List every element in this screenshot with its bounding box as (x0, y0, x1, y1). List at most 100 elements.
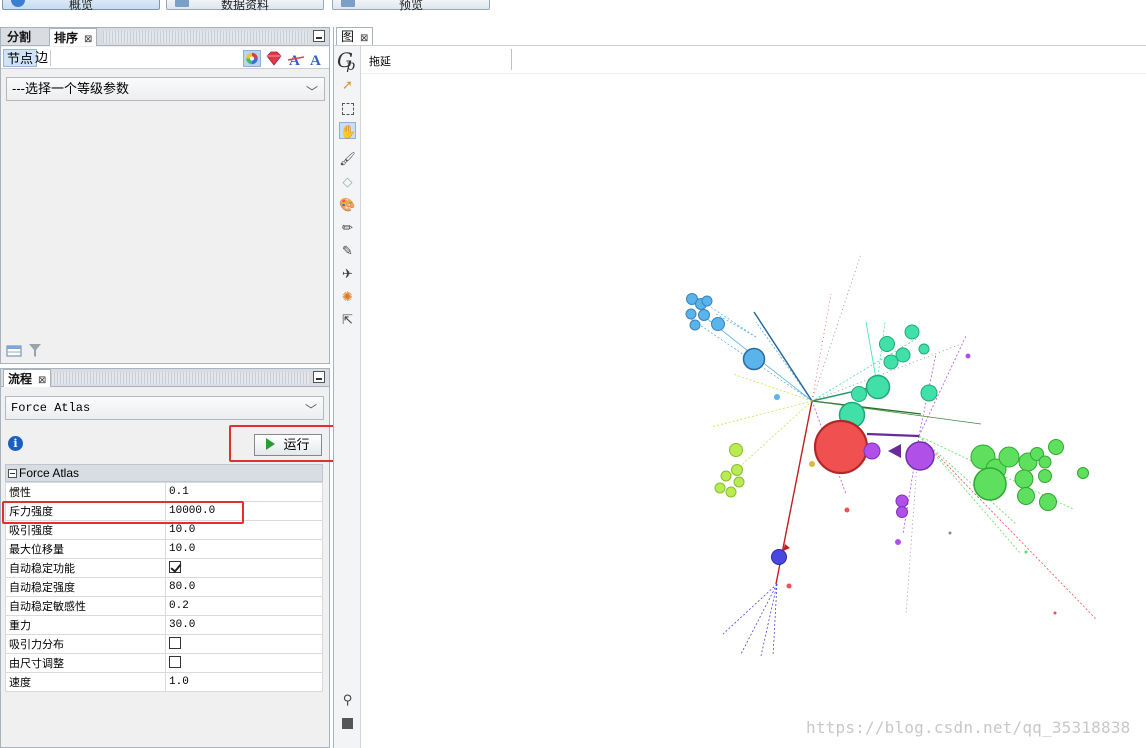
property-value[interactable]: 0.1 (165, 482, 323, 502)
graph-node[interactable] (895, 539, 901, 545)
stop-icon[interactable] (339, 714, 356, 731)
pencil-icon[interactable]: ✏ (339, 219, 356, 236)
pointer-icon[interactable]: ➚ (339, 76, 356, 93)
property-row: 惯性 0.1 (5, 482, 323, 502)
graph-node[interactable] (1014, 469, 1034, 489)
graph-node[interactable] (1038, 469, 1052, 483)
graph-node[interactable] (844, 507, 850, 513)
diamond-icon[interactable]: ◇ (339, 173, 356, 190)
property-value[interactable]: 30.0 (165, 615, 323, 635)
graph-node[interactable] (1017, 487, 1035, 505)
property-checkbox[interactable] (169, 656, 181, 668)
graph-node[interactable] (698, 309, 710, 321)
svg-text:p: p (346, 58, 355, 72)
graph-node[interactable] (714, 482, 726, 494)
property-checkbox[interactable] (169, 637, 181, 649)
graph-node[interactable] (711, 317, 725, 331)
graph-node[interactable] (731, 464, 743, 476)
graph-node[interactable] (725, 486, 737, 498)
filter-icon[interactable] (28, 343, 42, 358)
graph-node[interactable] (1024, 550, 1028, 554)
graph-node[interactable] (720, 470, 732, 482)
property-name: 由尺寸调整 (5, 653, 166, 673)
property-checkbox-cell (165, 653, 323, 673)
graph-node[interactable] (895, 494, 909, 508)
graph-node[interactable] (965, 353, 971, 359)
property-value[interactable]: 0.2 (165, 596, 323, 616)
graph-node[interactable] (920, 384, 938, 402)
graph-node[interactable] (1048, 439, 1064, 455)
graph-node[interactable] (809, 461, 815, 467)
brush-icon[interactable]: 🖌 (339, 150, 356, 167)
graph-node[interactable] (918, 343, 930, 355)
graph-node[interactable] (905, 441, 935, 471)
graph-edge (876, 321, 886, 385)
graph-node[interactable] (1038, 455, 1052, 469)
heat-map-icon[interactable]: ✺ (339, 288, 356, 305)
graph-node[interactable] (865, 374, 891, 400)
property-checkbox-cell (165, 634, 323, 654)
network-graph-canvas[interactable] (361, 74, 1146, 748)
ranking-table-icon[interactable] (6, 344, 22, 358)
color-wheel-icon[interactable] (243, 50, 261, 67)
tab-layout[interactable]: 流程 ⊠ (3, 369, 52, 387)
minimize-button[interactable] (313, 371, 325, 383)
graph-node[interactable] (701, 295, 713, 307)
info-icon[interactable]: i (8, 436, 23, 451)
graph-node[interactable] (883, 354, 899, 370)
rectangle-select-icon[interactable] (339, 99, 356, 116)
graph-node[interactable] (998, 446, 1020, 468)
ranking-parameter-select[interactable]: ---选择一个等级参数 ﹀ (6, 77, 325, 101)
graph-node[interactable] (904, 324, 920, 340)
edit-help-icon[interactable]: ⇱ (339, 311, 356, 328)
graph-node[interactable] (774, 394, 780, 400)
graph-node[interactable] (1053, 611, 1057, 615)
size-diamond-icon[interactable] (265, 50, 283, 67)
zoom-icon[interactable]: ⚲ (339, 691, 356, 708)
graph-node[interactable] (863, 442, 881, 460)
graph-node[interactable] (729, 443, 743, 457)
minimize-button[interactable] (313, 30, 325, 42)
graph-node[interactable] (896, 506, 908, 518)
graph-node[interactable] (1077, 467, 1089, 479)
drag-hand-icon[interactable]: ✋ (339, 122, 356, 139)
overview-icon (11, 0, 25, 7)
edge-arrow-icon (888, 444, 901, 458)
close-icon[interactable]: ⊠ (360, 33, 368, 44)
collapse-icon[interactable] (8, 469, 17, 478)
tab-ranking[interactable]: 排序 ⊠ (49, 28, 98, 46)
graph-node[interactable] (1039, 493, 1057, 511)
edge-pencil-icon[interactable]: ✎ (339, 242, 356, 259)
tab-edges[interactable]: 边 (32, 49, 51, 67)
graph-node[interactable] (689, 319, 701, 331)
graph-node[interactable] (879, 336, 895, 352)
palette-icon[interactable]: 🎨 (339, 196, 356, 213)
divider (50, 50, 51, 66)
graph-node[interactable] (742, 347, 766, 371)
layout-algorithm-select[interactable]: Force Atlas ﹀ (5, 396, 324, 420)
label-size-icon[interactable]: A (308, 50, 326, 67)
graph-node[interactable] (851, 386, 867, 402)
preview-tab-button[interactable]: 预览 (332, 0, 490, 12)
graph-node[interactable] (771, 549, 787, 565)
data-lab-tab-button[interactable]: 数据资料 (166, 0, 324, 12)
label-color-icon[interactable]: A (287, 50, 305, 67)
property-value[interactable]: 1.0 (165, 672, 323, 692)
graph-node[interactable] (786, 583, 792, 589)
tab-partition[interactable]: 分割 (3, 28, 35, 46)
graph-node[interactable] (973, 467, 1007, 501)
property-value[interactable]: 80.0 (165, 577, 323, 597)
property-value[interactable]: 10.0 (165, 539, 323, 559)
graph-node[interactable] (685, 308, 697, 320)
close-icon[interactable]: ⊠ (84, 34, 92, 45)
shortest-path-icon[interactable]: ✈ (339, 265, 356, 282)
tab-graph[interactable]: 图 ⊠ (336, 27, 374, 45)
graph-node[interactable] (813, 419, 869, 475)
close-icon[interactable]: ⊠ (38, 375, 46, 386)
graph-node[interactable] (733, 476, 745, 488)
graph-node[interactable] (948, 531, 952, 535)
property-checkbox[interactable] (169, 561, 181, 573)
graph-edge (740, 583, 778, 655)
property-section-header[interactable]: Force Atlas (5, 464, 323, 482)
overview-tab-button[interactable]: 概览 (2, 0, 160, 12)
